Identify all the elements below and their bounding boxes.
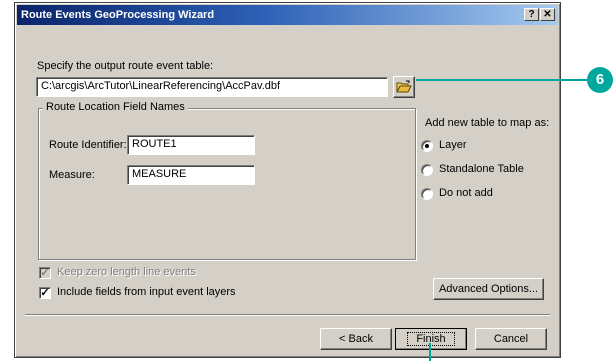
- keep-zero-length-label: Keep zero length line events: [57, 266, 196, 278]
- advanced-options-button[interactable]: Advanced Options...: [433, 278, 544, 300]
- route-identifier-label: Route Identifier:: [49, 139, 127, 151]
- route-location-group-label: Route Location Field Names: [43, 101, 188, 113]
- callout-line: [416, 79, 588, 81]
- finish-button-label: Finish: [407, 332, 455, 346]
- radio-do-not-add-label: Do not add: [439, 187, 493, 199]
- back-button[interactable]: < Back: [320, 328, 392, 350]
- measure-label: Measure:: [49, 169, 95, 181]
- wizard-dialog: Route Events GeoProcessing Wizard ? ✕ Sp…: [14, 2, 561, 358]
- include-fields-label: Include fields from input event layers: [57, 286, 236, 298]
- callout-line-finish: [429, 343, 431, 361]
- open-folder-icon: [396, 80, 412, 93]
- route-identifier-field[interactable]: ROUTE1: [127, 135, 255, 155]
- output-table-label: Specify the output route event table:: [37, 60, 214, 72]
- radio-layer[interactable]: [421, 140, 433, 152]
- radio-standalone-table[interactable]: [421, 164, 433, 176]
- add-table-label: Add new table to map as:: [425, 117, 550, 129]
- measure-field[interactable]: MEASURE: [127, 165, 255, 185]
- radio-layer-label: Layer: [439, 139, 467, 151]
- cancel-button[interactable]: Cancel: [475, 328, 547, 350]
- callout-number: 6: [587, 67, 613, 93]
- browse-button[interactable]: [393, 76, 415, 98]
- radio-standalone-table-label: Standalone Table: [439, 163, 524, 175]
- close-button[interactable]: ✕: [540, 8, 555, 21]
- help-button[interactable]: ?: [524, 8, 539, 21]
- title-bar: Route Events GeoProcessing Wizard ? ✕: [17, 5, 558, 25]
- output-table-input[interactable]: C:\arcgis\ArcTutor\LinearReferencing\Acc…: [36, 77, 388, 97]
- footer-separator: [25, 314, 550, 316]
- keep-zero-length-checkbox[interactable]: ✓: [39, 267, 51, 279]
- finish-button[interactable]: Finish: [395, 328, 467, 350]
- include-fields-checkbox[interactable]: ✓: [39, 287, 51, 299]
- window-title: Route Events GeoProcessing Wizard: [21, 9, 215, 21]
- radio-do-not-add[interactable]: [421, 188, 433, 200]
